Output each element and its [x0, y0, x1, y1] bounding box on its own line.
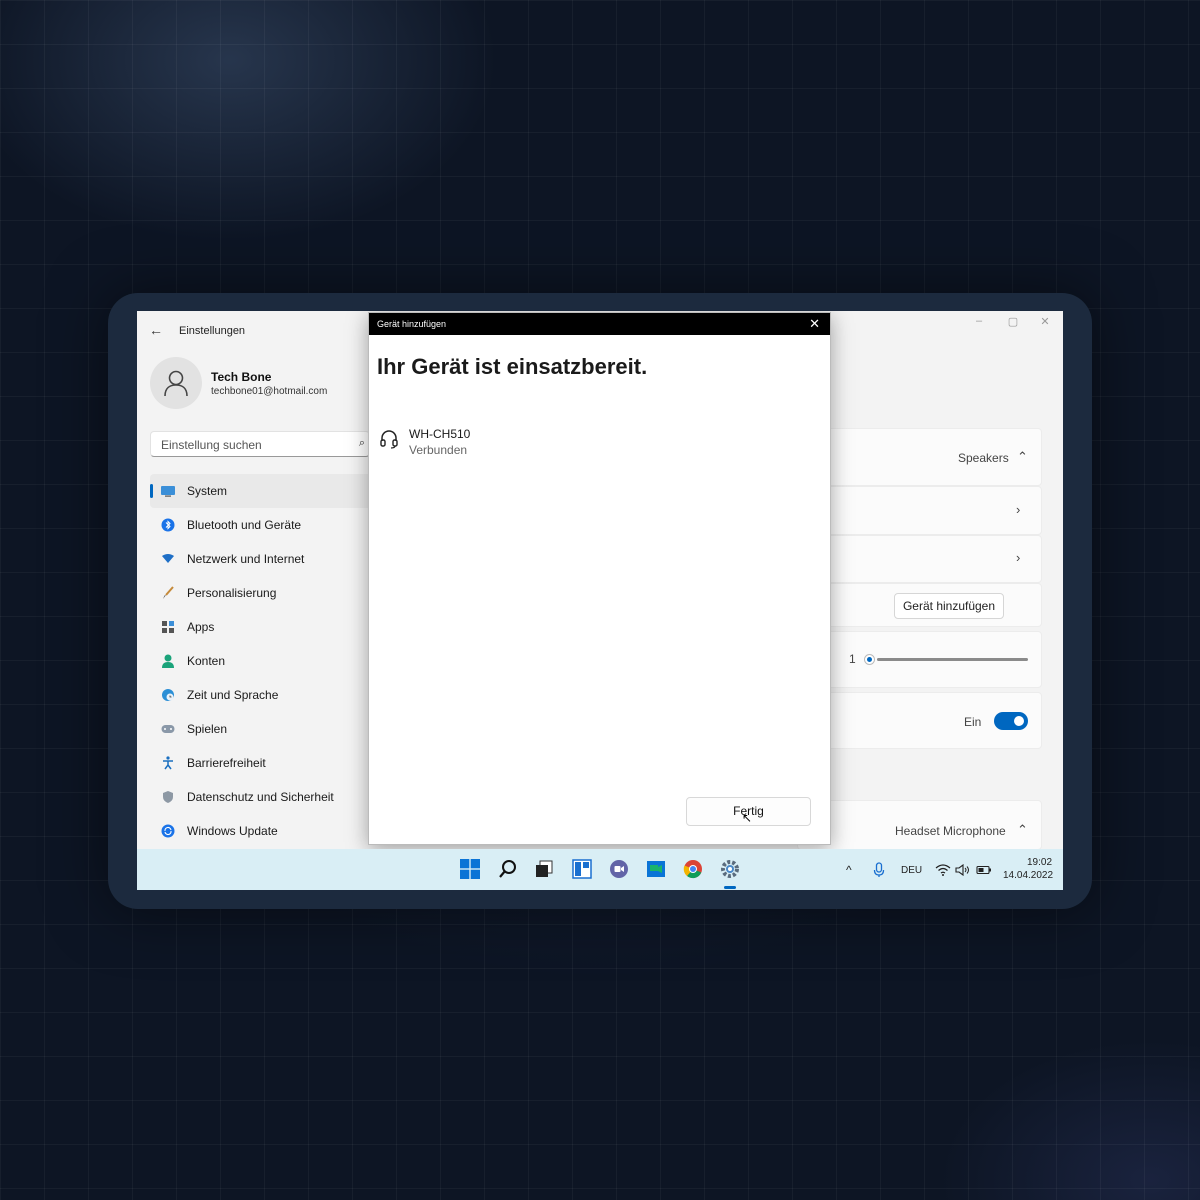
- shield-icon: [160, 789, 176, 805]
- sidebar-item-label: Netzwerk und Internet: [187, 552, 305, 566]
- apps-icon: [160, 619, 176, 635]
- person-icon: [164, 370, 188, 397]
- profile-name: Tech Bone: [211, 370, 272, 384]
- mouse-cursor-icon: ↖: [742, 811, 753, 825]
- chevron-right-icon: ›: [1016, 550, 1021, 565]
- chevron-up-icon: ⌃: [1017, 449, 1028, 464]
- sidebar-item-bluetooth[interactable]: Bluetooth und Geräte: [150, 508, 380, 542]
- search-placeholder: Einstellung suchen: [161, 438, 262, 452]
- active-app-indicator: [724, 886, 736, 889]
- sidebar-item-label: Personalisierung: [187, 586, 277, 600]
- sidebar-item-network[interactable]: Netzwerk und Internet: [150, 542, 380, 576]
- sidebar-item-accessibility[interactable]: Barrierefreiheit: [150, 746, 380, 780]
- battery-icon[interactable]: [973, 859, 995, 881]
- teams-chat-icon[interactable]: [608, 858, 630, 880]
- sidebar-item-privacy[interactable]: Datenschutz und Sicherheit: [150, 780, 380, 814]
- close-icon[interactable]: ✕: [809, 316, 820, 332]
- profile-email: techbone01@hotmail.com: [211, 386, 328, 397]
- settings-title: Einstellungen: [179, 325, 246, 337]
- volume-slider-track[interactable]: [877, 658, 1028, 661]
- chevron-right-icon: ›: [1016, 502, 1021, 517]
- update-icon: [160, 823, 176, 839]
- meet-icon[interactable]: [645, 858, 667, 880]
- device-row-2[interactable]: ›: [797, 535, 1042, 583]
- sidebar-item-accounts[interactable]: Konten: [150, 644, 380, 678]
- windows-start-icon[interactable]: [459, 858, 481, 880]
- search-icon: ⌕: [358, 437, 365, 449]
- toggle-label: Ein: [964, 715, 982, 729]
- sidebar-item-system[interactable]: System: [150, 474, 380, 508]
- sidebar-item-personalization[interactable]: Personalisierung: [150, 576, 380, 610]
- headset-icon: [380, 430, 398, 449]
- globe-clock-icon: [160, 687, 176, 703]
- dialog-heading: Ihr Gerät ist einsatzbereit.: [377, 354, 648, 379]
- search-icon[interactable]: [497, 858, 519, 880]
- avatar: [150, 357, 202, 409]
- taskbar: ^ DEU 19:02 14.04.2022: [137, 849, 1063, 890]
- accessibility-icon: [160, 755, 176, 771]
- add-device-dialog: Gerät hinzufügen ✕ Ihr Gerät ist einsatz…: [368, 312, 831, 845]
- dialog-title: Gerät hinzufügen: [377, 319, 447, 329]
- chrome-icon[interactable]: [682, 858, 704, 880]
- device-name: WH-CH510: [409, 427, 471, 441]
- sidebar-item-label: System: [187, 484, 228, 498]
- maximize-button[interactable]: ▢: [1003, 315, 1023, 328]
- volume-slider-thumb[interactable]: [864, 654, 875, 665]
- chevron-up-icon[interactable]: ^: [846, 863, 852, 877]
- settings-search[interactable]: Einstellung suchen ⌕: [150, 431, 370, 457]
- add-device-button[interactable]: Gerät hinzufügen: [894, 593, 1004, 619]
- volume-value: 1: [849, 652, 856, 666]
- gamepad-icon: [160, 721, 176, 737]
- clock-date[interactable]: 14.04.2022: [1003, 870, 1053, 881]
- brush-icon: [160, 585, 176, 601]
- task-view-icon[interactable]: [533, 858, 555, 880]
- sidebar-item-windows-update[interactable]: Windows Update: [150, 814, 380, 848]
- close-window-button[interactable]: ✕: [1035, 315, 1055, 328]
- minimize-button[interactable]: –: [969, 315, 989, 327]
- on-off-toggle[interactable]: [994, 712, 1028, 730]
- dialog-titlebar: Gerät hinzufügen ✕: [369, 313, 830, 335]
- sidebar-item-label: Spielen: [187, 722, 228, 736]
- wifi-icon[interactable]: [932, 859, 954, 881]
- monitor-icon: [160, 483, 176, 499]
- sidebar-item-label: Apps: [187, 620, 215, 634]
- sidebar-item-gaming[interactable]: Spielen: [150, 712, 380, 746]
- output-device-label: Speakers: [958, 451, 1009, 465]
- sidebar-item-label: Zeit und Sprache: [187, 688, 279, 702]
- bluetooth-icon: [160, 517, 176, 533]
- sidebar-item-label: Datenschutz und Sicherheit: [187, 790, 334, 804]
- sidebar-item-apps[interactable]: Apps: [150, 610, 380, 644]
- person-icon: [160, 653, 176, 669]
- output-device-card[interactable]: Speakers ⌃: [797, 428, 1042, 486]
- settings-gear-icon[interactable]: [719, 858, 741, 880]
- widgets-icon[interactable]: [571, 858, 593, 880]
- input-device-card[interactable]: Headset Microphone ⌃: [797, 800, 1042, 850]
- microphone-icon[interactable]: [868, 859, 890, 881]
- sidebar-nav: System Bluetooth und Geräte Netzwerk und…: [150, 474, 380, 848]
- device-status: Verbunden: [409, 443, 468, 457]
- device-row-1[interactable]: ›: [797, 486, 1042, 535]
- sidebar-item-label: Barrierefreiheit: [187, 756, 266, 770]
- chevron-up-icon: ⌃: [1017, 822, 1028, 837]
- sidebar-item-label: Windows Update: [187, 824, 278, 838]
- language-indicator[interactable]: DEU: [901, 865, 922, 876]
- input-device-label: Headset Microphone: [895, 824, 1006, 838]
- wifi-icon: [160, 551, 176, 567]
- clock-time[interactable]: 19:02: [1027, 857, 1052, 868]
- sidebar-item-label: Konten: [187, 654, 226, 668]
- back-arrow-icon[interactable]: ←: [149, 323, 163, 337]
- volume-icon[interactable]: [952, 859, 974, 881]
- sidebar-item-label: Bluetooth und Geräte: [187, 518, 302, 532]
- screen: ← Einstellungen – ▢ ✕ Tech Bone techbone…: [137, 311, 1063, 890]
- sidebar-item-time-language[interactable]: Zeit und Sprache: [150, 678, 380, 712]
